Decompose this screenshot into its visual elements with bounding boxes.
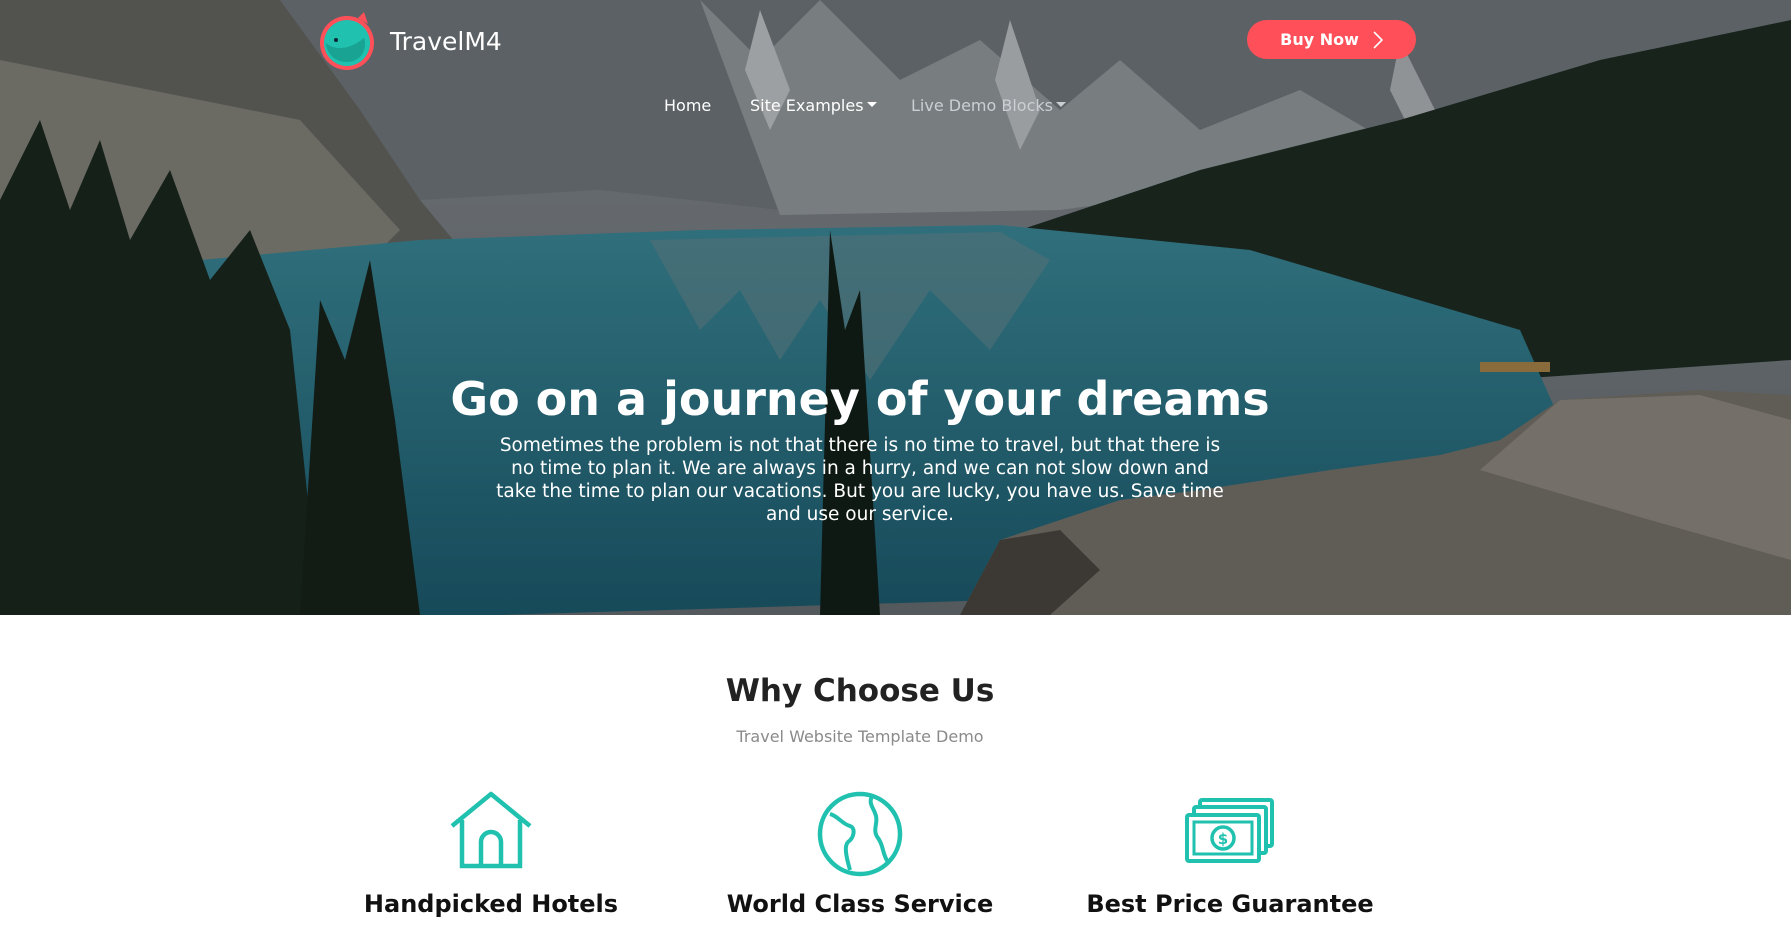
feature-handpicked-hotels: Handpicked Hotels (306, 790, 676, 918)
why-choose-us-title: Why Choose Us (725, 673, 995, 709)
money-icon: $ (1185, 798, 1274, 863)
brand-logo[interactable]: TravelM4 (318, 10, 502, 72)
globe-icon (817, 791, 903, 877)
house-icon (450, 791, 532, 869)
nav-item-live-demo-blocks[interactable]: Live Demo Blocks (911, 96, 1066, 115)
brand-name: TravelM4 (390, 26, 502, 56)
caret-down-icon (866, 102, 877, 107)
nav-item-site-examples[interactable]: Site Examples (750, 96, 877, 115)
feature-world-class-service: World Class Service (675, 790, 1045, 918)
buy-now-button[interactable]: Buy Now (1247, 20, 1416, 59)
feature-best-price-guarantee: $ Best Price Guarantee (1045, 790, 1415, 918)
caret-down-icon (1056, 102, 1066, 107)
hero-title: Go on a journey of your dreams (450, 372, 1270, 426)
main-nav: Home Site Examples Live Demo Blocks (0, 96, 1791, 116)
chevron-right-icon (1373, 30, 1383, 49)
nav-label: Site Examples (750, 96, 864, 115)
nav-item-home[interactable]: Home (664, 96, 711, 115)
hero-content: Go on a journey of your dreams Sometimes… (0, 372, 1720, 526)
nav-label: Home (664, 96, 712, 115)
why-choose-us-subtitle: Travel Website Template Demo (736, 727, 984, 746)
nav-label: Live Demo Blocks (911, 96, 1053, 115)
feature-label: World Class Service (726, 890, 994, 918)
feature-label: Handpicked Hotels (363, 890, 619, 918)
feature-label: Best Price Guarantee (1086, 890, 1374, 918)
hero-section: TravelM4 Buy Now Home Site Examples Live… (0, 0, 1791, 615)
hero-description: Sometimes the problem is not that there … (496, 435, 1224, 525)
whale-logo-icon (320, 12, 374, 70)
buy-now-label: Buy Now (1280, 30, 1359, 49)
svg-text:$: $ (1218, 830, 1228, 848)
